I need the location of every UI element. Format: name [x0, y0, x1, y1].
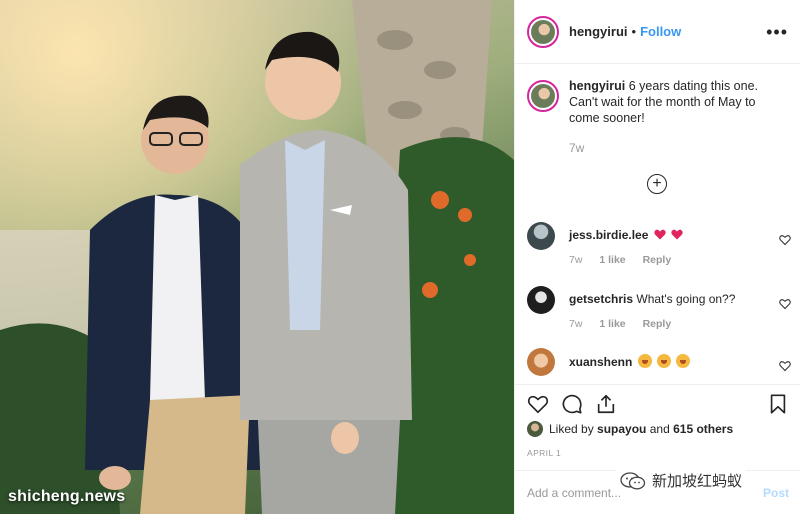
comment-username[interactable]: getsetchris: [569, 292, 633, 306]
caption-username[interactable]: hengyirui: [569, 79, 625, 93]
comment-likes[interactable]: 1 like: [599, 318, 625, 330]
face-emoji-icon: [637, 354, 652, 368]
post-date[interactable]: APRIL 1: [527, 448, 561, 458]
heart-icon[interactable]: [779, 234, 791, 246]
avatar[interactable]: [527, 80, 559, 112]
avatar[interactable]: [527, 222, 555, 250]
more-icon[interactable]: •••: [766, 23, 788, 41]
avatar[interactable]: [527, 286, 555, 314]
caption: hengyirui 6 years dating this one. Can't…: [515, 64, 800, 156]
liked-by-prefix: Liked by: [549, 422, 594, 436]
comment-icon[interactable]: [561, 393, 583, 415]
wechat-label: 新加坡红蚂蚁: [652, 473, 743, 490]
wechat-watermark: 新加坡红蚂蚁: [616, 468, 747, 493]
post-photo[interactable]: shicheng.news: [0, 0, 514, 514]
photo-illustration: [0, 0, 514, 514]
comment-text: getsetchris What's going on??: [569, 292, 735, 306]
face-emoji-icon: [676, 354, 691, 368]
liked-by-count[interactable]: 615 others: [673, 422, 733, 436]
header-username[interactable]: hengyirui: [569, 24, 628, 39]
avatar[interactable]: [527, 15, 559, 48]
caption-time[interactable]: 7w: [569, 140, 788, 156]
heart-icon[interactable]: [779, 298, 791, 310]
comment-meta: 7w 1 like Reply: [569, 254, 685, 266]
comment-body: What's going on??: [636, 292, 736, 306]
face-emoji-icon: [657, 354, 672, 368]
comment-likes[interactable]: 1 like: [599, 254, 625, 266]
caption-body: hengyirui 6 years dating this one. Can't…: [569, 78, 788, 156]
heart-icon[interactable]: [527, 393, 549, 415]
share-icon[interactable]: [595, 393, 617, 415]
avatar[interactable]: [527, 421, 543, 437]
comment-time[interactable]: 7w: [569, 254, 582, 266]
comment-username[interactable]: xuanshenn: [569, 355, 632, 369]
bookmark-icon[interactable]: [767, 393, 789, 415]
likes-summary: Liked by supayou and 615 others: [527, 421, 733, 437]
wechat-icon: [620, 471, 646, 489]
comment-username[interactable]: jess.birdie.lee: [569, 228, 648, 242]
reply-button[interactable]: Reply: [643, 318, 672, 330]
separator-dot: •: [631, 24, 637, 39]
post-header: hengyirui • Follow •••: [515, 0, 800, 64]
comment-time[interactable]: 7w: [569, 318, 582, 330]
reply-button[interactable]: Reply: [643, 254, 672, 266]
watermark: shicheng.news: [8, 488, 126, 505]
follow-button[interactable]: Follow: [640, 24, 681, 39]
liked-by-and: and: [649, 422, 670, 436]
comment-meta: 7w 1 like Reply: [569, 318, 685, 330]
heart-icon[interactable]: [779, 360, 791, 372]
post-button[interactable]: Post: [763, 486, 789, 500]
liked-by-user[interactable]: supayou: [597, 422, 646, 436]
comment-text: xuanshenn: [569, 354, 691, 369]
post-details-panel: hengyirui • Follow ••• hengyirui 6 years…: [514, 0, 800, 514]
action-bar: [515, 384, 800, 420]
avatar[interactable]: [527, 348, 555, 376]
heart-emoji-icon: [654, 229, 666, 240]
plus-circle-icon[interactable]: +: [647, 174, 667, 194]
comment-text: jess.birdie.lee: [569, 228, 683, 242]
heart-emoji-icon: [671, 229, 683, 240]
